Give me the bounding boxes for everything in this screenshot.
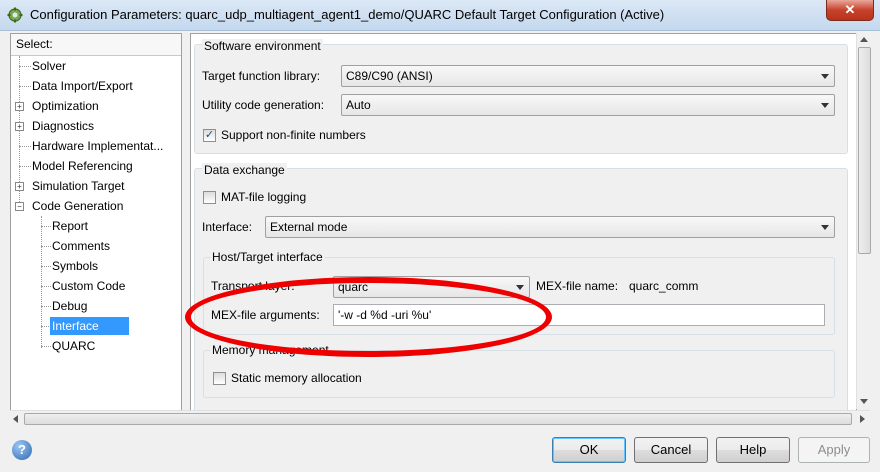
tree-connector — [41, 306, 51, 307]
help-question-icon[interactable]: ? — [12, 440, 32, 460]
memory-management-title: Memory management — [210, 343, 331, 357]
transport-layer-select[interactable]: quarc — [333, 276, 530, 298]
tree-item-debug[interactable]: Debug — [52, 297, 87, 315]
tree-connector — [41, 246, 51, 247]
tree-item-model-referencing[interactable]: Model Referencing — [32, 157, 133, 175]
category-tree: Select: + + + − Solver Data Import/Expor… — [10, 33, 182, 411]
scroll-left-icon[interactable] — [13, 415, 18, 423]
tree-item-interface[interactable]: Interface — [50, 317, 129, 335]
target-function-library-select[interactable]: C89/C90 (ANSI) — [341, 65, 835, 87]
vertical-scroll-thumb[interactable] — [858, 47, 871, 254]
expand-icon[interactable]: + — [15, 182, 24, 191]
tree-item-code-generation[interactable]: Code Generation — [32, 197, 123, 215]
software-environment-title: Software environment — [202, 39, 323, 53]
ok-button[interactable]: OK — [552, 437, 626, 463]
settings-panel: Software environment Target function lib… — [190, 33, 857, 411]
static-memory-allocation-label: Static memory allocation — [231, 371, 362, 385]
mex-file-arguments-input[interactable]: '-w -d %d -uri %u' — [333, 304, 825, 326]
tree-connector — [41, 286, 51, 287]
window-title: Configuration Parameters: quarc_udp_mult… — [30, 7, 665, 22]
tree-connector — [19, 86, 31, 87]
tree-connector — [41, 266, 51, 267]
apply-button[interactable]: Apply — [798, 437, 870, 463]
horizontal-scrollbar[interactable] — [10, 410, 870, 426]
close-icon: ✕ — [844, 2, 856, 17]
dropdown-arrow-icon — [821, 225, 829, 230]
mat-file-logging-label: MAT-file logging — [221, 190, 307, 204]
mex-file-arguments-label: MEX-file arguments: — [211, 308, 320, 322]
tree-connector — [19, 146, 31, 147]
tree-header: Select: — [11, 34, 181, 56]
tree-item-custom-code[interactable]: Custom Code — [52, 277, 125, 295]
tree-item-solver[interactable]: Solver — [32, 57, 66, 75]
tree-item-report[interactable]: Report — [52, 217, 88, 235]
tree-item-optimization[interactable]: Optimization — [32, 97, 99, 115]
static-memory-allocation-checkbox[interactable] — [213, 372, 226, 385]
tree-connector — [41, 346, 51, 347]
tree-connector — [19, 66, 31, 67]
dropdown-arrow-icon — [516, 285, 524, 290]
tree-connector — [19, 166, 31, 167]
help-button[interactable]: Help — [716, 437, 790, 463]
host-target-interface-title: Host/Target interface — [210, 250, 325, 264]
target-function-library-label: Target function library: — [202, 69, 321, 83]
expand-icon[interactable]: + — [15, 122, 24, 131]
utility-code-generation-label: Utility code generation: — [202, 98, 325, 112]
mex-file-name-label: MEX-file name: — [536, 279, 619, 293]
simulink-app-icon — [7, 7, 23, 23]
expand-icon[interactable]: + — [15, 102, 24, 111]
tree-item-diagnostics[interactable]: Diagnostics — [32, 117, 94, 135]
scroll-up-icon[interactable] — [860, 37, 868, 42]
support-non-finite-checkbox[interactable]: ✓ — [203, 129, 216, 142]
tree-item-simulation-target[interactable]: Simulation Target — [32, 177, 125, 195]
vertical-scrollbar[interactable] — [856, 33, 871, 409]
tree-item-hardware-implementation[interactable]: Hardware Implementat... — [32, 137, 163, 155]
scroll-right-icon[interactable] — [860, 415, 865, 423]
tree-connector — [41, 226, 51, 227]
dropdown-arrow-icon — [821, 103, 829, 108]
horizontal-scroll-thumb[interactable] — [24, 413, 852, 425]
interface-label: Interface: — [202, 220, 253, 234]
interface-select[interactable]: External mode — [265, 216, 835, 238]
title-bar: Configuration Parameters: quarc_udp_mult… — [0, 0, 880, 31]
scroll-down-icon[interactable] — [860, 399, 868, 404]
mex-file-name-value: quarc_comm — [629, 279, 699, 293]
tree-item-quarc[interactable]: QUARC — [52, 337, 95, 355]
tree-item-data-import-export[interactable]: Data Import/Export — [32, 77, 133, 95]
collapse-icon[interactable]: − — [15, 202, 24, 211]
dropdown-arrow-icon — [821, 74, 829, 79]
tree-item-symbols[interactable]: Symbols — [52, 257, 98, 275]
utility-code-generation-select[interactable]: Auto — [341, 94, 835, 116]
tree-connector — [41, 216, 42, 348]
tree-item-comments[interactable]: Comments — [52, 237, 110, 255]
close-button[interactable]: ✕ — [826, 0, 874, 21]
data-exchange-title: Data exchange — [202, 163, 287, 177]
transport-layer-label: Transport layer: — [211, 279, 295, 293]
mat-file-logging-checkbox[interactable] — [203, 191, 216, 204]
cancel-button[interactable]: Cancel — [634, 437, 708, 463]
support-non-finite-label: Support non-finite numbers — [221, 128, 366, 142]
